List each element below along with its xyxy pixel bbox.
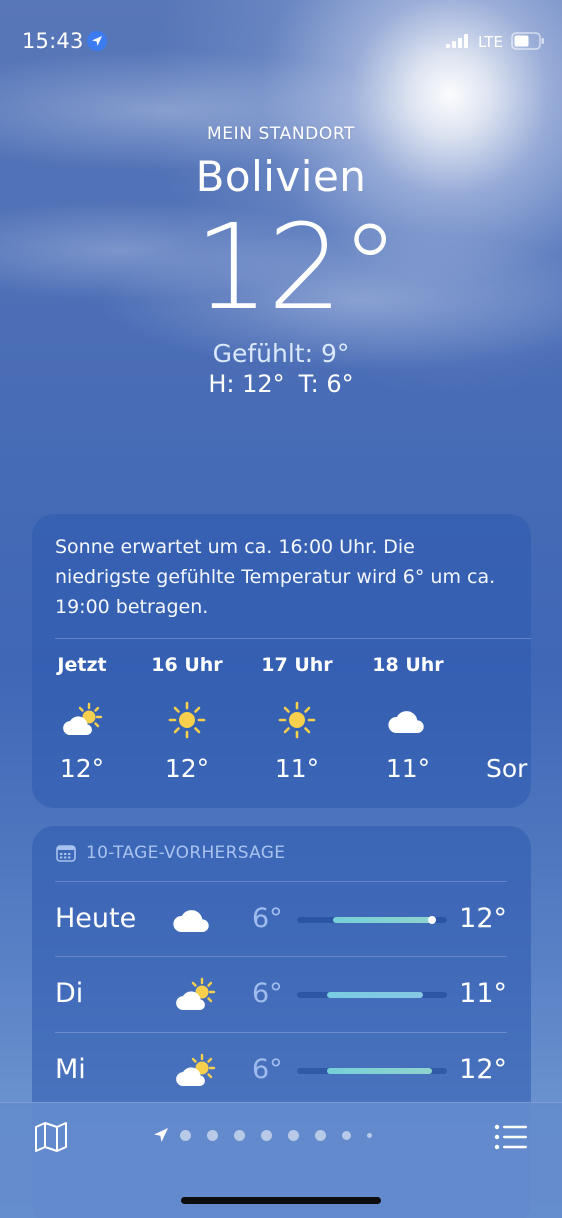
battery-icon (511, 32, 544, 50)
page-indicator[interactable] (152, 1125, 388, 1145)
day-high: 11° (459, 978, 507, 1009)
hour-label (464, 654, 531, 684)
current-temperature: 12° (194, 198, 399, 336)
temperature-range-bar (297, 1068, 447, 1074)
hour-temp: 11° (274, 754, 320, 783)
page-dot[interactable] (288, 1129, 299, 1141)
day-name: Di (55, 978, 84, 1009)
day-high: 12° (459, 1054, 507, 1085)
page-dot[interactable] (207, 1129, 218, 1141)
home-indicator[interactable] (181, 1197, 381, 1204)
hour-temp: Sor (486, 754, 528, 783)
hour-item: Sor (464, 654, 531, 783)
hour-temp: 12° (164, 754, 210, 783)
hour-item: Jetzt 12° (32, 654, 132, 783)
day-low: 6° (252, 978, 283, 1009)
hour-item: 17 Uhr 11° (247, 654, 347, 783)
range-fill (327, 992, 423, 998)
page-dot[interactable] (180, 1129, 191, 1141)
current-temp-dot (428, 916, 436, 924)
list-icon[interactable] (494, 1123, 528, 1151)
hourly-list[interactable]: Jetzt 12° 16 Uhr 12° 17 Uhr 11° 18 Uhr 1… (32, 654, 531, 794)
page-dot[interactable] (234, 1129, 245, 1141)
high-low: H: 12° T: 6° (0, 370, 562, 398)
hour-label: 18 Uhr (372, 654, 444, 676)
day-low: 6° (252, 1054, 283, 1085)
current-weather: MEIN STANDORT Bolivien 12° Gefühlt: 9° H… (0, 124, 562, 398)
page-dot[interactable] (367, 1132, 372, 1138)
hour-temp: 12° (59, 754, 105, 783)
day-low: 6° (252, 903, 283, 934)
network-label: LTE (478, 33, 503, 51)
sun-icon (278, 701, 316, 739)
high-temp: H: 12° (208, 370, 285, 398)
cloud-icon (388, 711, 424, 733)
temperature-range-bar (297, 992, 447, 998)
bottom-toolbar (0, 1102, 562, 1218)
forecast-row[interactable]: Heute 6° 12° (32, 882, 531, 956)
partly-sunny-icon (176, 977, 216, 1010)
forecast-row[interactable]: Di 6° 11° (32, 957, 531, 1031)
hourly-forecast-card[interactable]: Sonne erwartet um ca. 16:00 Uhr. Die nie… (32, 514, 531, 808)
hour-temp: 11° (385, 754, 431, 783)
day-name: Heute (55, 903, 137, 934)
low-temp: T: 6° (298, 370, 354, 398)
hour-label: 17 Uhr (261, 654, 333, 676)
status-bar: 15:43 LTE (0, 0, 562, 84)
divider (55, 638, 531, 639)
range-fill (327, 1068, 432, 1074)
calendar-icon (56, 845, 76, 862)
temperature-range-bar (297, 916, 447, 924)
partly-sunny-icon (176, 1053, 216, 1086)
hour-label: Jetzt (57, 654, 107, 676)
range-fill (333, 917, 432, 923)
hour-item: 18 Uhr 11° (358, 654, 458, 783)
page-dot[interactable] (261, 1129, 272, 1141)
partly-sunny-icon (63, 702, 103, 735)
weather-summary: Sonne erwartet um ca. 16:00 Uhr. Die nie… (55, 536, 496, 618)
page-dot[interactable] (342, 1130, 351, 1140)
day-high: 12° (459, 903, 507, 934)
map-icon[interactable] (34, 1121, 68, 1153)
hour-label: 16 Uhr (151, 654, 223, 676)
signal-icon (446, 34, 468, 48)
city-name: Bolivien (195, 152, 367, 201)
feels-like: Gefühlt: 9° (212, 339, 350, 368)
cloud-icon (173, 910, 209, 932)
page-dot[interactable] (315, 1129, 326, 1141)
sun-icon (168, 701, 206, 739)
location-arrow-icon (154, 1128, 168, 1142)
day-name: Mi (55, 1054, 86, 1085)
forecast-header: 10-TAGE-VORHERSAGE (56, 843, 285, 863)
hour-item: 16 Uhr 12° (137, 654, 237, 783)
status-time: 15:43 (22, 29, 84, 53)
location-label: MEIN STANDORT (207, 124, 355, 144)
forecast-row[interactable]: Mi 6° 12° (32, 1033, 531, 1107)
forecast-title: 10-TAGE-VORHERSAGE (86, 843, 286, 863)
location-arrow-icon (87, 31, 107, 51)
